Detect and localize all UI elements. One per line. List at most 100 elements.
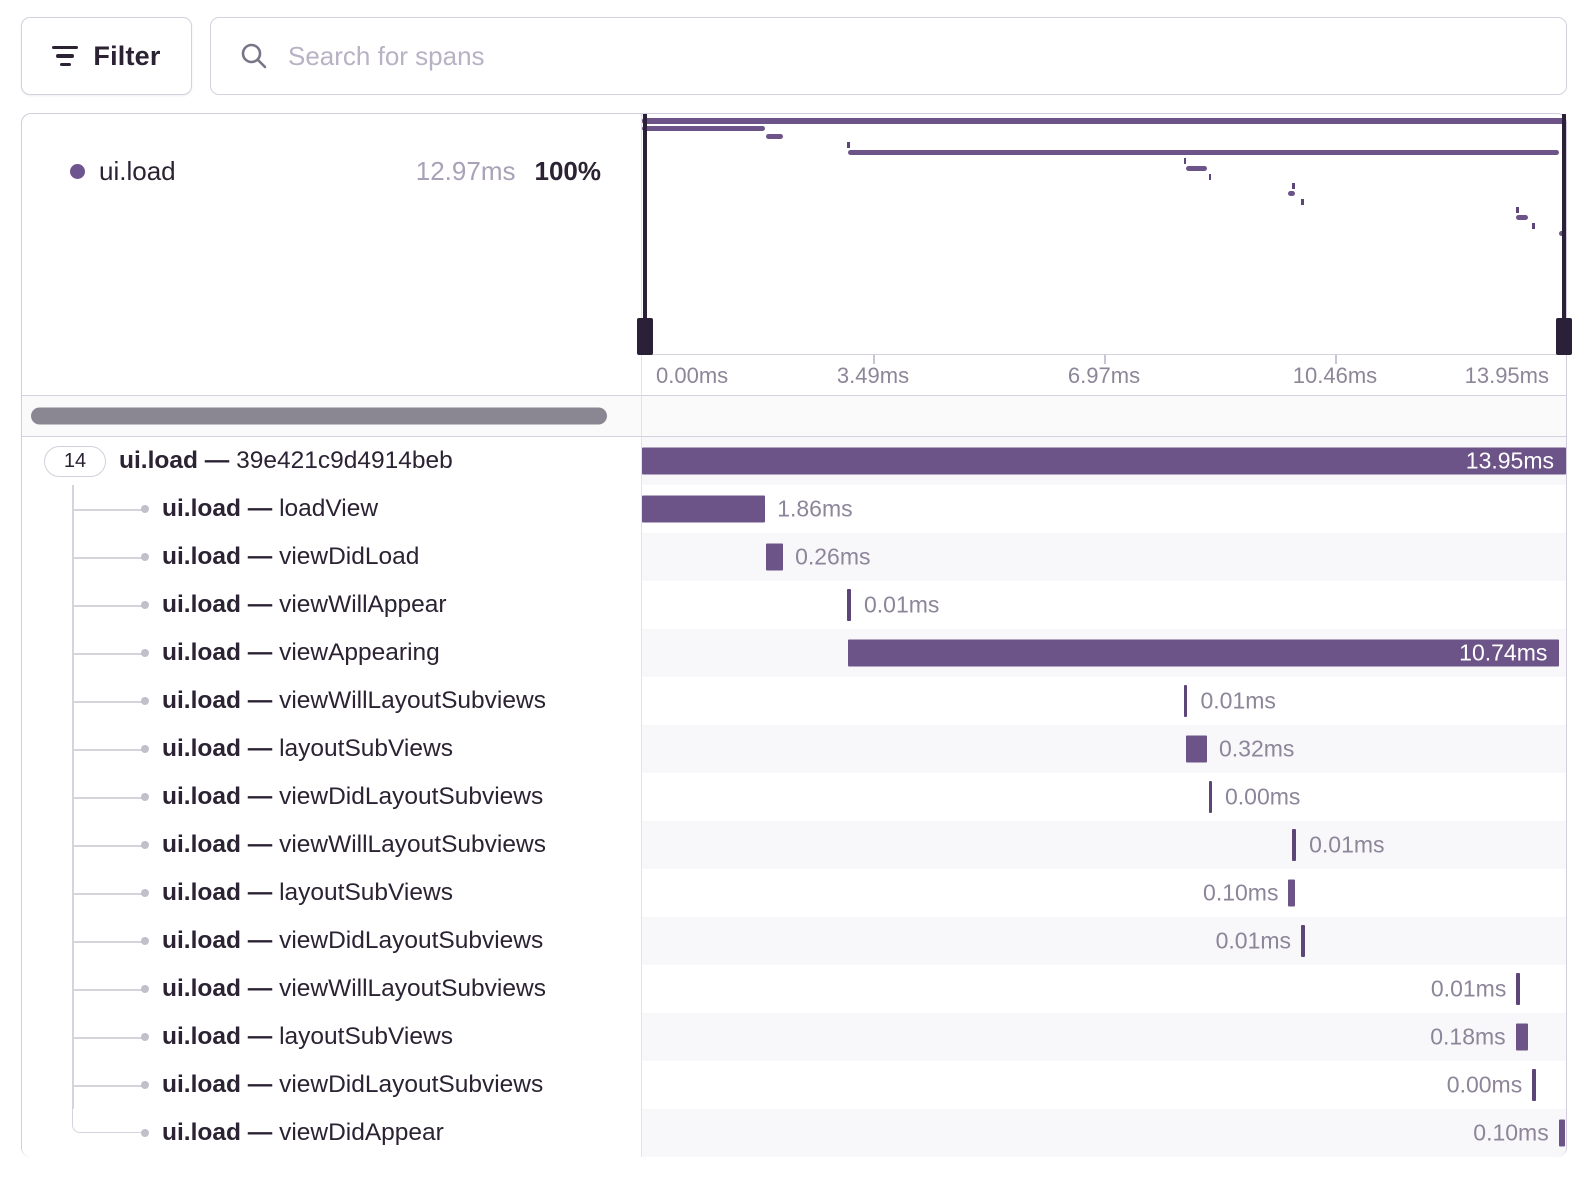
span-row-label-cell[interactable]: 14ui.load — 39e421c9d4914beb	[22, 437, 641, 485]
op-percent: 100%	[535, 156, 602, 187]
span-row-chart-cell[interactable]: 0.00ms	[641, 1061, 1566, 1109]
span-row[interactable]: ui.load — layoutSubViews0.18ms	[22, 1013, 1566, 1061]
span-duration-bar[interactable]	[1301, 925, 1305, 957]
tree-connector-line	[72, 557, 144, 559]
span-row-label-cell[interactable]: ui.load — layoutSubViews	[22, 1013, 641, 1061]
span-row-label-cell[interactable]: ui.load — layoutSubViews	[22, 869, 641, 917]
span-row-label-cell[interactable]: ui.load — viewDidAppear	[22, 1109, 641, 1157]
span-row[interactable]: ui.load — viewWillLayoutSubviews0.01ms	[22, 821, 1566, 869]
span-duration-bar[interactable]	[1186, 736, 1207, 763]
span-row-chart-cell[interactable]: 0.01ms	[641, 965, 1566, 1013]
minimap-right-handle[interactable]	[1556, 318, 1572, 355]
span-row-label-cell[interactable]: ui.load — viewWillLayoutSubviews	[22, 677, 641, 725]
span-row[interactable]: ui.load — viewDidAppear0.10ms	[22, 1109, 1566, 1157]
tree-connector-line	[72, 797, 144, 799]
filter-button[interactable]: Filter	[21, 17, 192, 95]
tree-connector-line	[72, 989, 144, 991]
tree-connector-line	[72, 1108, 144, 1133]
span-search[interactable]	[210, 17, 1567, 95]
tree-connector-dot	[141, 1081, 149, 1089]
span-duration-bar[interactable]	[1532, 1069, 1536, 1101]
span-row-chart-cell[interactable]: 0.10ms	[641, 1109, 1566, 1157]
span-row[interactable]: ui.load — viewDidLayoutSubviews0.00ms	[22, 1061, 1566, 1109]
span-row-chart-cell[interactable]: 0.32ms	[641, 725, 1566, 773]
span-row-chart-cell[interactable]: 0.01ms	[641, 821, 1566, 869]
span-row-chart-cell[interactable]: 0.10ms	[641, 869, 1566, 917]
minimap-span	[1516, 215, 1528, 220]
tree-scroll-track[interactable]	[22, 396, 641, 436]
span-row[interactable]: ui.load — layoutSubViews0.32ms	[22, 725, 1566, 773]
tree-connector-dot	[141, 841, 149, 849]
span-row-label-cell[interactable]: ui.load — viewAppearing	[22, 629, 641, 677]
tree-scrollbar-thumb[interactable]	[31, 408, 607, 425]
span-duration-bar[interactable]	[1516, 1024, 1528, 1051]
tree-connector-dot	[141, 1033, 149, 1041]
span-row-chart-cell[interactable]: 0.26ms	[641, 533, 1566, 581]
span-duration-label: 0.00ms	[1225, 784, 1300, 811]
minimap-span	[1184, 158, 1187, 164]
span-row[interactable]: ui.load — viewWillAppear0.01ms	[22, 581, 1566, 629]
span-row[interactable]: ui.load — viewWillLayoutSubviews0.01ms	[22, 677, 1566, 725]
span-duration-bar[interactable]	[847, 589, 851, 621]
minimap-span	[1532, 223, 1535, 229]
filter-button-label: Filter	[93, 41, 160, 72]
minimap-span	[1288, 191, 1295, 196]
span-row-label-cell[interactable]: ui.load — viewWillLayoutSubviews	[22, 821, 641, 869]
span-row-label-cell[interactable]: ui.load — viewDidLayoutSubviews	[22, 917, 641, 965]
span-duration-label: 0.01ms	[1431, 976, 1506, 1003]
span-duration-bar[interactable]	[642, 496, 765, 523]
span-row[interactable]: ui.load — viewAppearing10.74ms	[22, 629, 1566, 677]
span-row[interactable]: ui.load — viewWillLayoutSubviews 0.01ms	[22, 965, 1566, 1013]
span-row-label-cell[interactable]: ui.load — viewDidLayoutSubviews	[22, 1061, 641, 1109]
span-row-chart-cell[interactable]: 13.95ms	[641, 437, 1566, 485]
span-row[interactable]: ui.load — loadView1.86ms	[22, 485, 1566, 533]
minimap-span	[642, 126, 765, 131]
span-duration-bar[interactable]	[1288, 880, 1295, 907]
span-row-label-cell[interactable]: ui.load — viewDidLayoutSubviews	[22, 773, 641, 821]
timeline-axis: 0.00ms 3.49ms 6.97ms 10.46ms 13.95ms	[642, 354, 1566, 395]
span-row[interactable]: ui.load — layoutSubViews 0.10ms	[22, 869, 1566, 917]
minimap-span	[766, 134, 783, 139]
minimap-span	[848, 150, 1559, 155]
span-row-chart-cell[interactable]: 0.01ms	[641, 677, 1566, 725]
span-row-chart-cell[interactable]: 0.00ms	[641, 773, 1566, 821]
op-duration: 12.97ms	[416, 156, 516, 187]
trace-minimap[interactable]	[642, 114, 1566, 354]
span-duration-bar[interactable]	[1184, 685, 1188, 717]
tree-connector-line	[72, 605, 144, 607]
minimap-left-handle[interactable]	[637, 318, 653, 355]
chart-scroll-track[interactable]	[641, 396, 1566, 436]
span-duration-bar[interactable]	[1292, 829, 1296, 861]
search-input[interactable]	[288, 41, 1542, 72]
span-row-chart-cell[interactable]: 0.18ms	[641, 1013, 1566, 1061]
span-row[interactable]: ui.load — viewDidLayoutSubviews0.01ms	[22, 917, 1566, 965]
span-row-label-cell[interactable]: ui.load — loadView	[22, 485, 641, 533]
span-duration-bar[interactable]	[1516, 973, 1520, 1005]
span-row[interactable]: ui.load — viewDidLoad0.26ms	[22, 533, 1566, 581]
span-row[interactable]: 14ui.load — 39e421c9d4914beb13.95ms	[22, 437, 1566, 485]
span-duration-bar[interactable]	[1209, 781, 1213, 813]
span-duration-label: 0.10ms	[1203, 880, 1278, 907]
span-duration-bar[interactable]	[766, 544, 783, 571]
minimap-span	[847, 142, 850, 148]
span-duration-bar[interactable]	[848, 640, 1559, 667]
ops-legend-row[interactable]: ui.load 12.97ms 100%	[70, 156, 601, 187]
span-row-chart-cell[interactable]: 10.74ms	[641, 629, 1566, 677]
span-row-label-cell[interactable]: ui.load — layoutSubViews	[22, 725, 641, 773]
span-duration-bar[interactable]	[642, 448, 1566, 475]
span-row-chart-cell[interactable]: 0.01ms	[641, 917, 1566, 965]
tree-connector-dot	[141, 601, 149, 609]
tree-connector-line	[72, 941, 144, 943]
child-count-badge[interactable]: 14	[44, 446, 106, 477]
span-row-chart-cell[interactable]: 1.86ms	[641, 485, 1566, 533]
axis-label-1: 3.49ms	[837, 363, 909, 389]
span-row-label-cell[interactable]: ui.load — viewDidLoad	[22, 533, 641, 581]
axis-label-2: 6.97ms	[1068, 363, 1140, 389]
minimap-span	[1209, 174, 1212, 180]
span-row[interactable]: ui.load — viewDidLayoutSubviews 0.00ms	[22, 773, 1566, 821]
span-row-label-cell[interactable]: ui.load — viewWillLayoutSubviews	[22, 965, 641, 1013]
tree-connector-dot	[141, 793, 149, 801]
span-row-label-cell[interactable]: ui.load — viewWillAppear	[22, 581, 641, 629]
span-row-chart-cell[interactable]: 0.01ms	[641, 581, 1566, 629]
span-duration-bar[interactable]	[1559, 1120, 1566, 1147]
